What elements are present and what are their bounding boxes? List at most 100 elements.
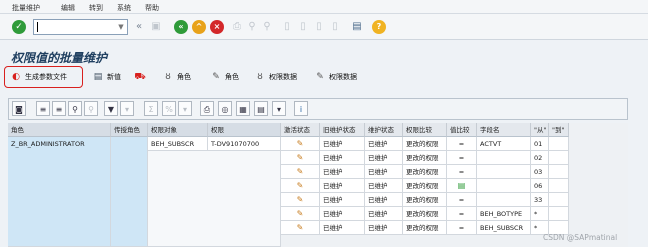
exit-icon[interactable]: ^: [192, 20, 206, 34]
col-header-auth-compare[interactable]: 权限比较: [403, 123, 447, 137]
total-icon[interactable]: Σ: [144, 101, 158, 116]
first-page-icon[interactable]: ▯: [280, 20, 294, 34]
cell-auth-object[interactable]: BEH_SUBSCR: [148, 137, 208, 151]
info-icon[interactable]: i: [294, 101, 308, 116]
cell-compare: 更改的权限: [403, 179, 447, 193]
generate-profile-button[interactable]: ◐ 生成参数文件: [10, 68, 67, 86]
cell-to[interactable]: [549, 137, 569, 151]
transport-button[interactable]: ⛟: [134, 68, 149, 86]
cell-compare: 更改的权限: [403, 193, 447, 207]
find-next-icon[interactable]: ⚲: [260, 20, 274, 34]
cell-from[interactable]: 02: [531, 151, 549, 165]
edit-pencil-icon[interactable]: ✎: [281, 207, 320, 221]
command-field[interactable]: [33, 19, 128, 35]
cell-to[interactable]: [549, 207, 569, 221]
last-page-icon[interactable]: ▯: [328, 20, 342, 34]
col-header-transfer-role[interactable]: 传授角色: [111, 123, 148, 137]
edit-pencil-icon[interactable]: ✎: [281, 179, 320, 193]
new-button[interactable]: ▤ 新值: [92, 68, 121, 86]
glasses-icon: ȣ: [257, 72, 263, 82]
print-preview-icon[interactable]: ⎙: [200, 101, 214, 116]
prev-page-icon[interactable]: ▯: [296, 20, 310, 34]
cell-from[interactable]: 03: [531, 165, 549, 179]
cell-value-compare: =: [447, 221, 477, 235]
col-header-old-maint-status[interactable]: 旧维护状态: [320, 123, 365, 137]
subtotal-dropdown-icon[interactable]: ▾: [178, 101, 192, 116]
next-page-icon[interactable]: ▯: [312, 20, 326, 34]
cell-authorization[interactable]: T-DV91070700: [208, 137, 281, 151]
layout-icon[interactable]: ▤: [350, 20, 364, 34]
col-header-value-compare[interactable]: 值比较: [447, 123, 477, 137]
menu-goto[interactable]: 转到: [89, 3, 103, 13]
change-auth-data-button[interactable]: ✎ 权限数据: [314, 68, 357, 86]
menu-bar: 批量维护 编辑 转到 系统 帮助: [0, 0, 648, 14]
cell-to[interactable]: [549, 151, 569, 165]
cell-to[interactable]: [549, 193, 569, 207]
sort-asc-icon[interactable]: ≡: [36, 101, 50, 116]
layout-dropdown-icon[interactable]: ▾: [272, 101, 286, 116]
cell-field: ACTVT: [477, 137, 531, 151]
changed-value-icon: ▤: [447, 179, 477, 193]
col-header-role[interactable]: 角色: [8, 123, 111, 137]
save-icon[interactable]: ▣: [149, 20, 163, 34]
col-header-maint-status[interactable]: 维护状态: [365, 123, 403, 137]
filter-icon[interactable]: ▼: [104, 101, 118, 116]
cell-compare: 更改的权限: [403, 221, 447, 235]
menu-edit[interactable]: 编辑: [61, 3, 75, 13]
view-icon[interactable]: ◎: [218, 101, 232, 116]
print-icon[interactable]: ⎙: [230, 20, 244, 34]
new-icon: ▤: [93, 72, 103, 82]
cell-from[interactable]: *: [531, 207, 549, 221]
details-icon[interactable]: ◙: [12, 101, 26, 116]
layout-icon[interactable]: ▤: [254, 101, 268, 116]
cell-status: 已维护: [365, 207, 403, 221]
cell-old-status: 已维护: [320, 221, 365, 235]
col-header-active-status[interactable]: 激活状态: [281, 123, 320, 137]
generate-profile-label: 生成参数文件: [25, 73, 67, 81]
generate-profile-icon: ◐: [12, 72, 20, 82]
command-dropdown-icon[interactable]: ▼: [115, 20, 127, 34]
edit-pencil-icon[interactable]: ✎: [281, 193, 320, 207]
change-role-button[interactable]: ✎ 角色: [210, 68, 239, 86]
filter-dropdown-icon[interactable]: ▾: [120, 101, 134, 116]
cell-from[interactable]: 06: [531, 179, 549, 193]
export-icon[interactable]: ▦: [236, 101, 250, 116]
enter-icon[interactable]: ✓: [12, 20, 26, 34]
col-header-authorization[interactable]: 权限: [208, 123, 281, 137]
display-role-button[interactable]: ȣ 角色: [162, 68, 191, 86]
edit-pencil-icon[interactable]: ✎: [281, 221, 320, 235]
edit-pencil-icon[interactable]: ✎: [281, 137, 320, 151]
cell-field: [477, 151, 531, 165]
col-header-to[interactable]: "到": [549, 123, 569, 137]
cell-field: [477, 193, 531, 207]
collapse-icon[interactable]: «: [132, 20, 146, 34]
find-next-icon[interactable]: ⚲: [84, 101, 98, 116]
find-icon[interactable]: ⚲: [68, 101, 82, 116]
help-icon[interactable]: ?: [372, 20, 386, 34]
back-icon[interactable]: «: [174, 20, 188, 34]
change-role-label: 角色: [225, 73, 239, 81]
find-icon[interactable]: ⚲: [245, 20, 259, 34]
cell-to[interactable]: [549, 179, 569, 193]
cell-to[interactable]: [549, 165, 569, 179]
edit-pencil-icon[interactable]: ✎: [281, 165, 320, 179]
menu-system[interactable]: 系统: [117, 3, 131, 13]
subtotal-icon[interactable]: %: [162, 101, 176, 116]
menu-batch-maintain[interactable]: 批量维护: [12, 3, 40, 13]
cell-status: 已维护: [365, 221, 403, 235]
menu-help[interactable]: 帮助: [145, 3, 159, 13]
cell-from[interactable]: 33: [531, 193, 549, 207]
sort-desc-icon[interactable]: ≡: [52, 101, 66, 116]
col-header-field-name[interactable]: 字段名: [477, 123, 531, 137]
edit-pencil-icon[interactable]: ✎: [281, 151, 320, 165]
display-auth-data-button[interactable]: ȣ 权限数据: [254, 68, 297, 86]
cell-role[interactable]: Z_BR_ADMINISTRATOR: [8, 137, 111, 247]
cell-status: 已维护: [365, 137, 403, 151]
col-header-from[interactable]: "从": [531, 123, 549, 137]
col-header-auth-object[interactable]: 权限对象: [148, 123, 208, 137]
cell-compare: 更改的权限: [403, 151, 447, 165]
cell-status: 已维护: [365, 179, 403, 193]
cancel-icon[interactable]: ×: [210, 20, 224, 34]
cell-transfer-role[interactable]: [111, 137, 148, 247]
cell-from[interactable]: 01: [531, 137, 549, 151]
